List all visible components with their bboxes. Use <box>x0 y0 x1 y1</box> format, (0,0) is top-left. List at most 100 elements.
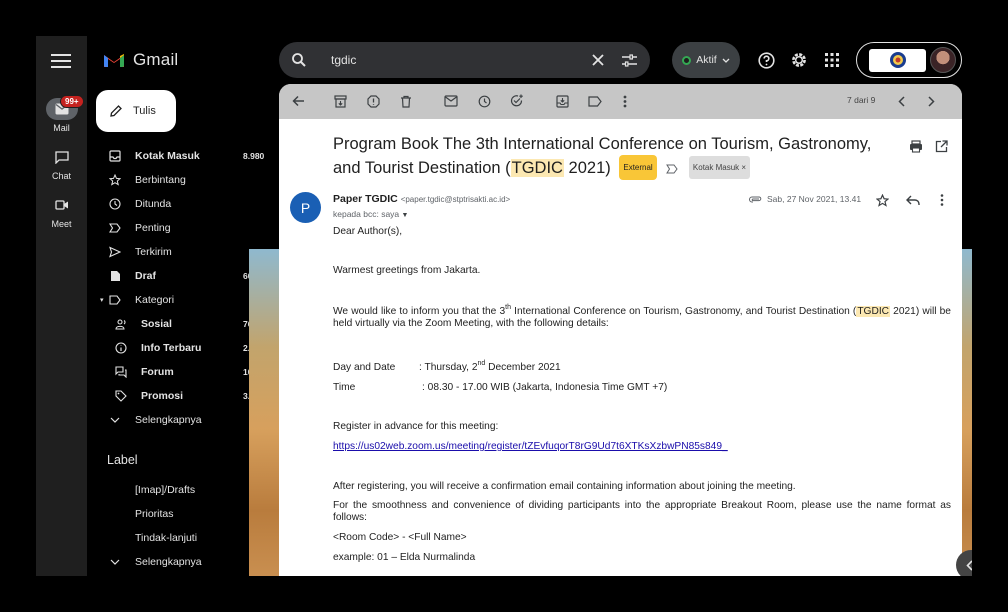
email-toolbar: 7 dari 9 <box>279 84 962 119</box>
date-label: Day and Date <box>333 362 396 373</box>
label-item-label: [Imap]/Drafts <box>135 484 196 496</box>
sidebar-item-updates[interactable]: Info Terbaru 2.633 <box>87 337 267 359</box>
settings-gear-icon[interactable] <box>789 50 809 70</box>
apps-grid-icon[interactable] <box>822 50 842 70</box>
more-vertical-icon[interactable] <box>934 192 950 208</box>
account-switcher[interactable] <box>856 42 962 78</box>
date-line: Day and Date: Thursday, 2nd December 202… <box>333 360 951 374</box>
compose-button[interactable]: Tulis <box>96 90 176 132</box>
avatar[interactable] <box>930 47 956 73</box>
sidebar-item-promotions[interactable]: Promosi 3.483 <box>87 385 267 407</box>
sidebar-item-starred[interactable]: Berbintang <box>87 169 267 191</box>
delete-icon[interactable] <box>398 93 414 109</box>
sidebar-item-count: 8.980 <box>243 151 265 161</box>
add-task-icon[interactable] <box>509 93 525 109</box>
search-icon[interactable] <box>291 52 307 68</box>
organization-logo <box>869 48 926 72</box>
sidebar-item-label: Terkirim <box>135 246 172 258</box>
inbox-label-text: Kotak Masuk <box>692 163 740 172</box>
recipient-line[interactable]: kepada bcc: saya ▼ <box>333 209 408 219</box>
gmail-wordmark: Gmail <box>133 50 179 69</box>
label-item-prioritas[interactable]: Prioritas <box>87 503 267 525</box>
sidebar-item-more[interactable]: Selengkapnya <box>87 409 267 431</box>
sidebar-item-social[interactable]: Sosial 764 <box>87 313 267 335</box>
sidebar: Gmail Tulis Kotak Masuk 8.980 Berbintang… <box>87 36 266 576</box>
label-item-tindak-lanjuti[interactable]: Tindak-lanjuti <box>87 527 267 549</box>
sidebar-item-important[interactable]: Penting <box>87 217 267 239</box>
remove-label-icon[interactable]: × <box>741 163 746 172</box>
sidebar-item-sent[interactable]: Terkirim <box>87 241 267 263</box>
chevron-down-icon <box>108 555 122 569</box>
register-link-line: https://us02web.zoom.us/meeting/register… <box>333 441 951 453</box>
mark-unread-icon[interactable] <box>443 93 459 109</box>
chevron-right-icon[interactable] <box>923 93 939 109</box>
snooze-clock-icon[interactable] <box>476 93 492 109</box>
sidebar-item-drafts[interactable]: Draf 60 <box>87 265 267 287</box>
star-icon[interactable] <box>874 192 890 208</box>
subject-text-end: 2021) <box>563 159 611 177</box>
reply-icon[interactable] <box>905 192 921 208</box>
gmail-m-icon <box>104 53 124 67</box>
date-text: Sab, 27 Nov 2021, 13.41 <box>767 194 862 204</box>
help-icon[interactable] <box>756 50 776 70</box>
gmail-logo[interactable]: Gmail <box>103 50 178 70</box>
subject-highlight: TGDIC <box>510 159 564 177</box>
report-spam-icon[interactable] <box>365 93 381 109</box>
recipient-text: kepada bcc: saya <box>333 209 400 219</box>
sidebar-item-inbox[interactable]: Kotak Masuk 8.980 <box>87 145 267 167</box>
app-rail: 99+ Mail Chat Meet <box>36 36 87 576</box>
time-label: Time <box>333 382 356 393</box>
search-options-icon[interactable] <box>622 53 637 67</box>
caret-down-icon: ▼ <box>401 212 409 219</box>
label-icon[interactable] <box>587 93 603 109</box>
sidebar-item-label: Ditunda <box>135 198 172 210</box>
move-to-icon[interactable] <box>554 93 570 109</box>
people-icon <box>114 317 128 331</box>
status-label: Aktif <box>696 54 717 66</box>
search-input[interactable]: tgdic <box>321 53 592 67</box>
archive-icon[interactable] <box>332 93 348 109</box>
label-spacer <box>108 483 122 497</box>
important-marker-icon[interactable] <box>666 164 678 174</box>
sender-name[interactable]: Paper TGDIC <box>333 193 398 205</box>
sidebar-item-snoozed[interactable]: Ditunda <box>87 193 267 215</box>
inbox-label-chip[interactable]: Kotak Masuk × <box>688 156 751 179</box>
draft-icon <box>108 269 122 283</box>
email-date: Sab, 27 Nov 2021, 13.41 <box>749 194 861 204</box>
sender-avatar[interactable]: P <box>290 192 321 223</box>
main-menu-icon[interactable] <box>51 52 71 68</box>
time-value: : 08.30 - 17.00 WIB (Jakarta, Indonesia … <box>422 382 668 393</box>
pencil-icon <box>110 105 122 117</box>
compose-label: Tulis <box>133 105 156 117</box>
label-item-more[interactable]: Selengkapnya <box>87 551 267 573</box>
rail-meet-label: Meet <box>51 219 72 229</box>
intro-text-b: International Conference on Tourism, Gas… <box>510 306 857 317</box>
label-item-label: Prioritas <box>135 508 174 520</box>
chevron-left-icon[interactable] <box>893 93 909 109</box>
pagination-count: 7 dari 9 <box>847 95 876 105</box>
greeting: Dear Author(s), <box>333 226 403 237</box>
search-bar[interactable]: tgdic <box>279 42 650 78</box>
rail-chat[interactable]: Chat <box>36 146 87 181</box>
status-selector[interactable]: Aktif <box>672 42 740 78</box>
clear-search-icon[interactable] <box>592 54 604 66</box>
after-register-line: After registering, you will receive a co… <box>333 481 796 492</box>
sidebar-item-forums[interactable]: Forum 101 <box>87 361 267 383</box>
more-vertical-icon[interactable] <box>617 93 633 109</box>
status-dot-icon <box>682 55 692 65</box>
rail-mail[interactable]: 99+ Mail <box>36 95 87 133</box>
external-badge: External <box>619 155 657 180</box>
clock-icon <box>108 197 122 211</box>
sender-address: <paper.tgdic@stptrisakti.ac.id> <box>400 195 511 204</box>
sender-line: Paper TGDIC <paper.tgdic@stptrisakti.ac.… <box>333 193 510 205</box>
label-item-imap-drafts[interactable]: [Imap]/Drafts <box>87 479 267 501</box>
rail-meet[interactable]: Meet <box>36 194 87 229</box>
label-spacer <box>108 507 122 521</box>
sidebar-item-categories[interactable]: ▾ Kategori <box>87 289 267 311</box>
time-line: Time : 08.30 - 17.00 WIB (Jakarta, Indone… <box>333 382 951 394</box>
open-new-window-icon[interactable] <box>935 140 948 158</box>
back-arrow-icon[interactable] <box>290 93 306 109</box>
print-icon[interactable] <box>909 140 923 158</box>
chevron-down-icon <box>108 413 122 427</box>
zoom-register-link[interactable]: https://us02web.zoom.us/meeting/register… <box>333 441 728 452</box>
